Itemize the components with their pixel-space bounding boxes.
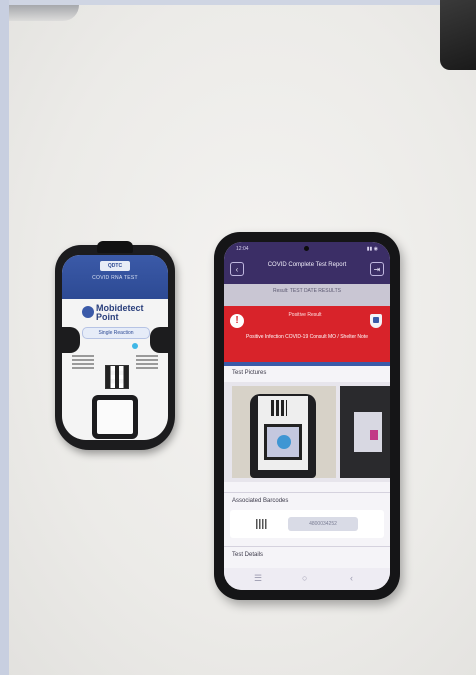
cartridge-fine-print-left bbox=[72, 355, 94, 377]
alert-heading: Positive Result bbox=[288, 312, 322, 318]
page-title: COVID Complete Test Report bbox=[267, 262, 347, 268]
logo-dot-icon bbox=[82, 306, 94, 318]
test-picture-2[interactable] bbox=[340, 386, 390, 478]
phone-screen: 12:04 ▮▮ ◉ ‹ COVID Complete Test Report … bbox=[224, 242, 390, 590]
smartphone: 12:04 ▮▮ ◉ ‹ COVID Complete Test Report … bbox=[214, 232, 400, 600]
divider bbox=[224, 546, 390, 547]
divider bbox=[224, 492, 390, 493]
android-nav-bar: ☰ ○ ‹ bbox=[224, 568, 390, 590]
cartridge-indicator-dot bbox=[132, 343, 138, 349]
cartridge-logo-text: Mobidetect Point bbox=[96, 303, 144, 322]
exit-icon[interactable]: ⇥ bbox=[370, 262, 384, 276]
section-test-details[interactable]: Test Details bbox=[232, 552, 263, 558]
camera-hole bbox=[304, 246, 309, 251]
back-icon[interactable]: ‹ bbox=[350, 573, 353, 583]
test-picture-1[interactable] bbox=[232, 386, 336, 478]
recent-apps-icon[interactable]: ☰ bbox=[254, 573, 262, 584]
status-icons: ▮▮ ◉ bbox=[366, 246, 378, 252]
status-bar: 12:04 ▮▮ ◉ bbox=[224, 242, 390, 256]
barcode-card[interactable]: 4800034252 bbox=[230, 510, 384, 538]
cartridge-qr-code bbox=[105, 365, 129, 389]
pictured-blue-spot bbox=[277, 435, 291, 449]
result-banner: Result: TEST DATE RESULTS bbox=[224, 284, 390, 306]
cartridge-logo: Mobidetect Point bbox=[82, 303, 152, 323]
alert-message: Positive Infection COVID-19 Consult MO /… bbox=[246, 334, 368, 340]
cartridge-brand-tag: QDTC bbox=[100, 261, 130, 271]
cartridge-label: QDTC COVID RNA TEST Mobidetect Point Sin… bbox=[62, 255, 168, 440]
blurred-object-corner bbox=[9, 5, 79, 21]
pictured-window bbox=[264, 424, 302, 460]
home-icon[interactable]: ○ bbox=[302, 573, 307, 583]
back-arrow-icon[interactable]: ‹ bbox=[230, 262, 244, 276]
cartridge-right-grip bbox=[150, 327, 168, 353]
test-cartridge: QDTC COVID RNA TEST Mobidetect Point Sin… bbox=[55, 241, 175, 450]
shield-icon bbox=[370, 314, 382, 328]
cartridge-fine-print-right bbox=[136, 355, 158, 377]
photo-scene: QDTC COVID RNA TEST Mobidetect Point Sin… bbox=[0, 0, 476, 675]
cartridge-left-grip bbox=[62, 327, 80, 353]
dark-object-corner bbox=[440, 0, 476, 70]
left-frame-edge bbox=[0, 0, 9, 675]
cartridge-blue-band: QDTC COVID RNA TEST bbox=[62, 255, 168, 299]
app-header: ‹ COVID Complete Test Report ⇥ bbox=[224, 256, 390, 284]
cartridge-sample-window bbox=[92, 395, 138, 439]
cartridge-band-text: COVID RNA TEST bbox=[92, 275, 138, 281]
positive-alert: ! Positive Result Positive Infection COV… bbox=[224, 306, 390, 362]
alert-accent-bar bbox=[224, 362, 390, 366]
warning-icon: ! bbox=[230, 314, 244, 328]
barcode-icon bbox=[256, 519, 268, 529]
cartridge-pill-label: Single Reaction bbox=[82, 327, 150, 339]
barcode-value: 4800034252 bbox=[288, 517, 358, 531]
status-time: 12:04 bbox=[236, 246, 249, 252]
section-test-pictures: Test Pictures bbox=[232, 370, 267, 376]
pictured-qr bbox=[271, 400, 287, 416]
cartridge-notch bbox=[97, 241, 133, 253]
test-pictures-carousel[interactable] bbox=[224, 382, 390, 482]
cartridge-sample-pad bbox=[97, 400, 133, 434]
section-associated-barcodes: Associated Barcodes bbox=[232, 498, 289, 504]
